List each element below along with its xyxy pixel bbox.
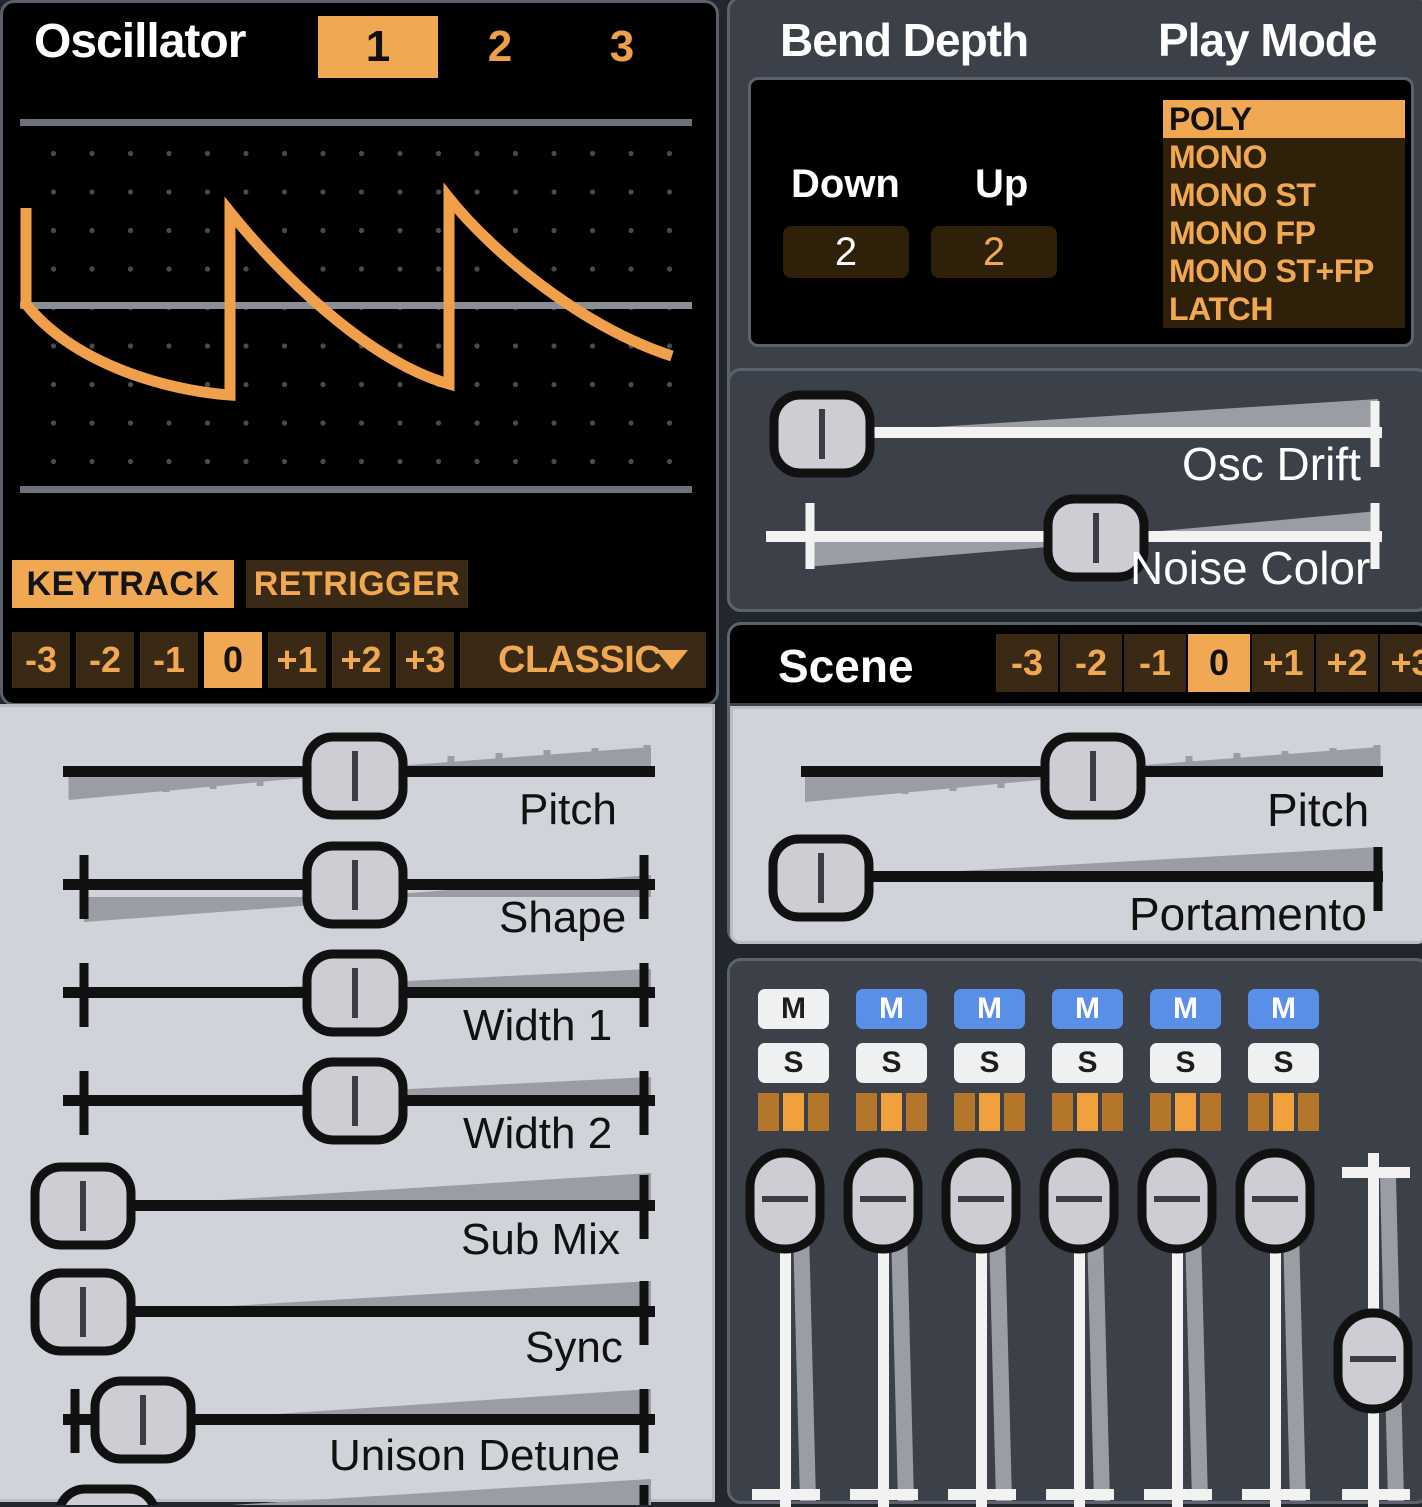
oscillator-panel: Oscillator 1 2 3 KEYTRACK RETRIGGER -3 -… <box>0 0 719 706</box>
scene-octave--3[interactable]: -3 <box>996 634 1058 692</box>
mixer-solo-2[interactable]: S <box>856 1043 927 1083</box>
slider-label-portamento: Portamento <box>1129 888 1367 940</box>
play-mode-mono-st[interactable]: MONO ST <box>1163 176 1405 214</box>
osc-octave-+3[interactable]: +3 <box>396 632 454 688</box>
waveform-type-value: CLASSIC <box>498 639 662 681</box>
play-mode-mono[interactable]: MONO <box>1163 138 1405 176</box>
scene-slider-tray: Pitch Portamento <box>730 706 1422 944</box>
play-mode-title: Play Mode <box>1158 14 1378 66</box>
osc-octave-0[interactable]: 0 <box>204 632 262 688</box>
mixer-meters <box>758 1093 1319 1131</box>
bend-down-value[interactable]: 2 <box>783 226 909 278</box>
osc-octave--2[interactable]: -2 <box>76 632 134 688</box>
mixer-mute-3[interactable]: M <box>954 989 1025 1029</box>
oscillator-tab-3[interactable]: 3 <box>562 16 682 78</box>
slider-label-shape: Shape <box>499 893 627 942</box>
mixer-fader-5 <box>1137 1148 1217 1507</box>
page-title: Oscillator <box>34 15 246 68</box>
oscillator-slider-tray: Pitch Shape Width 1 Width 2 Sub Mix Sync… <box>0 704 715 1505</box>
slider-label-sub-mix: Sub Mix <box>461 1215 620 1264</box>
play-mode-latch[interactable]: LATCH <box>1163 290 1405 328</box>
mixer-mute-4[interactable]: M <box>1052 989 1123 1029</box>
waveform-svg <box>12 112 696 504</box>
play-mode-mono-fp[interactable]: MONO FP <box>1163 214 1405 252</box>
osc-octave-+2[interactable]: +2 <box>332 632 390 688</box>
oscillator-tab-2[interactable]: 2 <box>440 16 560 78</box>
play-mode-mono-st-fp[interactable]: MONO ST+FP <box>1163 252 1405 290</box>
mixer-solo-3[interactable]: S <box>954 1043 1025 1083</box>
waveform-display[interactable] <box>12 112 696 504</box>
osc-octave--3[interactable]: -3 <box>12 632 70 688</box>
mixer-fader-6 <box>1235 1148 1315 1507</box>
keytrack-toggle[interactable]: KEYTRACK <box>12 560 234 608</box>
bend-up-value[interactable]: 2 <box>931 226 1057 278</box>
waveform-type-dropdown[interactable]: CLASSIC <box>460 632 706 688</box>
mixer-mute-1[interactable]: M <box>758 989 829 1029</box>
mixer-fader-3 <box>941 1148 1021 1507</box>
osc-octave-+1[interactable]: +1 <box>268 632 326 688</box>
bend-depth-title: Bend Depth <box>780 14 1029 66</box>
mixer-fader-master <box>1333 1153 1413 1507</box>
mixer-fader-1 <box>745 1148 825 1507</box>
slider-label-width-2: Width 2 <box>463 1109 613 1158</box>
oscillator-tab-1[interactable]: 1 <box>318 16 438 78</box>
mixer-solo-1[interactable]: S <box>758 1043 829 1083</box>
slider-label-scene-pitch: Pitch <box>1267 784 1370 836</box>
osc-octave--1[interactable]: -1 <box>140 632 198 688</box>
mixer-panel: M M M M M M S S S S S S <box>727 958 1422 1507</box>
slider-label-width-1: Width 1 <box>463 1001 613 1050</box>
scene-octave-+2[interactable]: +2 <box>1316 634 1378 692</box>
mixer-mute-5[interactable]: M <box>1150 989 1221 1029</box>
scene-octave--1[interactable]: -1 <box>1124 634 1186 692</box>
scene-title: Scene <box>778 640 914 692</box>
play-mode-poly[interactable]: POLY <box>1163 100 1405 138</box>
scene-octave-+1[interactable]: +1 <box>1252 634 1314 692</box>
retrigger-toggle[interactable]: RETRIGGER <box>246 560 468 608</box>
scene-octave-0[interactable]: 0 <box>1188 634 1250 692</box>
mixer-solo-4[interactable]: S <box>1052 1043 1123 1083</box>
mixer-mute-2[interactable]: M <box>856 989 927 1029</box>
slider-label-noise-color: Noise Color <box>1130 542 1371 594</box>
bend-down-label: Down <box>791 162 900 206</box>
mixer-solo-5[interactable]: S <box>1150 1043 1221 1083</box>
mixer-fader-4 <box>1039 1148 1119 1507</box>
mixer-solo-6[interactable]: S <box>1248 1043 1319 1083</box>
chevron-down-icon <box>656 650 688 670</box>
bend-up-label: Up <box>975 162 1029 206</box>
scene-octave-+3[interactable]: +3 <box>1380 634 1422 692</box>
mixer-mute-6[interactable]: M <box>1248 989 1319 1029</box>
drift-noise-panel: Osc Drift Noise Color <box>727 368 1422 612</box>
slider-label-sync: Sync <box>525 1323 623 1372</box>
slider-partial-bottom <box>56 1479 651 1505</box>
mixer-fader-2 <box>843 1148 923 1507</box>
play-mode-list[interactable]: POLY MONO MONO ST MONO FP MONO ST+FP LAT… <box>1163 100 1405 328</box>
slider-label-osc-drift: Osc Drift <box>1182 438 1361 490</box>
scene-octave--2[interactable]: -2 <box>1060 634 1122 692</box>
slider-label-pitch: Pitch <box>519 785 617 834</box>
slider-label-unison-detune: Unison Detune <box>329 1431 621 1480</box>
